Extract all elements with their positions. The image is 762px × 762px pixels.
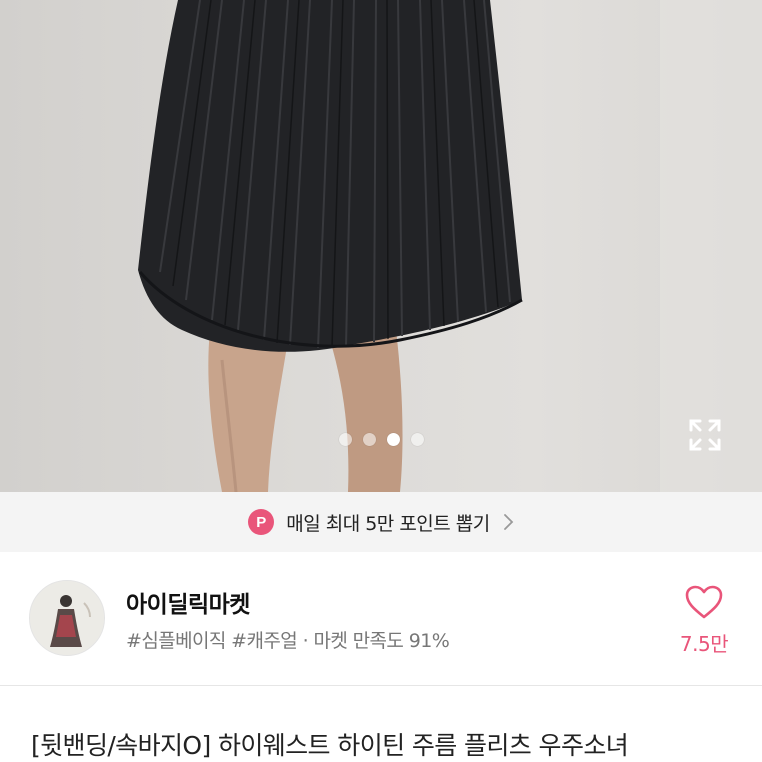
divider bbox=[0, 685, 762, 686]
chevron-right-icon bbox=[503, 514, 514, 530]
product-photo bbox=[138, 0, 762, 492]
avatar-image bbox=[30, 581, 104, 655]
shop-tags[interactable]: #심플베이직 #캐주얼 bbox=[126, 630, 298, 652]
shop-info: 아이딜릭마켓 #심플베이직 #캐주얼 · 마켓 만족도 91% 7.5만 bbox=[0, 552, 762, 684]
carousel-dots bbox=[339, 432, 424, 446]
point-badge-icon: P bbox=[248, 509, 275, 535]
carousel-dot[interactable] bbox=[339, 432, 352, 446]
promo-text: 매일 최대 5만 포인트 뽑기 bbox=[286, 512, 490, 535]
shop-meta: #심플베이직 #캐주얼 · 마켓 만족도 91% bbox=[126, 626, 450, 653]
carousel-dot[interactable] bbox=[363, 432, 376, 446]
carousel-dot[interactable] bbox=[411, 432, 424, 446]
promo-banner[interactable]: P 매일 최대 5만 포인트 뽑기 bbox=[0, 492, 762, 552]
shop-name[interactable]: 아이딜릭마켓 bbox=[126, 585, 250, 619]
heart-icon[interactable] bbox=[684, 584, 724, 620]
product-image[interactable] bbox=[0, 0, 762, 492]
shop-avatar[interactable] bbox=[29, 580, 105, 656]
like-count: 7.5만 bbox=[679, 632, 729, 656]
expand-icon[interactable] bbox=[686, 416, 724, 454]
shop-satisfaction: · 마켓 만족도 91% bbox=[302, 630, 450, 652]
product-title: [뒷밴딩/속바지O] 하이웨스트 하이틴 주름 플리츠 우주소녀 bbox=[31, 731, 629, 760]
carousel-dot-active[interactable] bbox=[387, 432, 400, 446]
